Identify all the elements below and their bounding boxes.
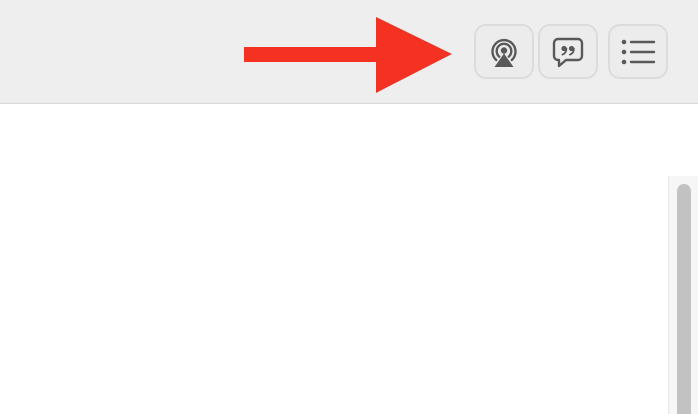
music-app-window xyxy=(0,0,698,414)
airplay-button[interactable] xyxy=(474,24,534,79)
right-arrow-icon xyxy=(244,17,452,93)
queue-button[interactable] xyxy=(608,24,668,79)
lyrics-button[interactable] xyxy=(538,24,598,79)
scrollbar-thumb[interactable] xyxy=(677,184,691,414)
scrollbar-track[interactable] xyxy=(668,176,698,414)
airplay-audio-icon xyxy=(491,38,517,67)
content-area xyxy=(0,105,698,414)
list-bullets-icon xyxy=(621,39,656,64)
speech-bubble-quote-icon xyxy=(552,37,584,67)
toolbar xyxy=(0,0,698,104)
